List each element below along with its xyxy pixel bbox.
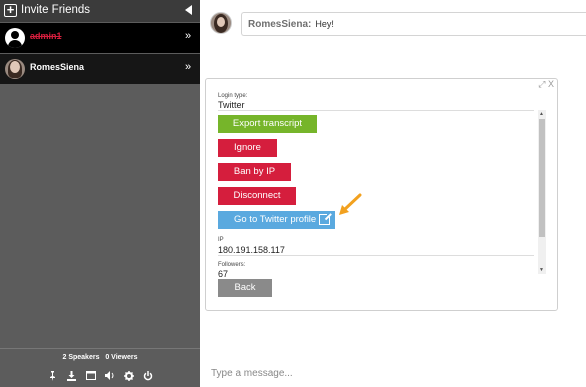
login-type-label: Login type:: [218, 93, 248, 99]
speakers-label: Speakers: [68, 354, 100, 361]
message-sender: RomesSiena:: [248, 18, 312, 30]
twitter-button-label: Go to Twitter profile: [234, 214, 317, 225]
user-list-item[interactable]: RomesSiena »: [0, 54, 200, 84]
scroll-down-icon[interactable]: ▼: [539, 267, 544, 273]
ignore-button[interactable]: Ignore: [218, 139, 277, 157]
user-name: RomesSiena: [30, 62, 85, 72]
back-button[interactable]: Back: [218, 279, 272, 297]
go-to-twitter-profile-button[interactable]: Go to Twitter profile: [218, 211, 335, 229]
message-input-placeholder: Type a message...: [211, 368, 293, 379]
avatar: [5, 59, 25, 79]
speakers-count: 2: [62, 354, 67, 361]
message-text: Hey!: [315, 19, 334, 29]
divider: [218, 110, 534, 111]
avatar: [210, 12, 232, 34]
viewers-count: 0: [105, 354, 110, 361]
panel-scrollbar[interactable]: ▲ ▼: [538, 110, 546, 274]
default-avatar-icon: [5, 28, 25, 48]
message-input[interactable]: Type a message...: [200, 360, 586, 387]
speaker-viewer-counts: 2 Speakers 0 Viewers: [0, 348, 200, 366]
external-link-icon: [319, 212, 332, 225]
ip-value: 180.191.158.117: [218, 245, 285, 255]
expand-user-icon[interactable]: »: [185, 61, 191, 73]
viewers-label: Viewers: [111, 354, 138, 361]
followers-value: 67: [218, 269, 229, 278]
scroll-up-icon[interactable]: ▲: [539, 111, 544, 117]
expand-user-icon[interactable]: »: [185, 30, 191, 42]
pin-icon[interactable]: [48, 370, 58, 383]
volume-icon[interactable]: [104, 371, 115, 382]
export-transcript-button[interactable]: Export transcript: [218, 115, 317, 133]
divider: [218, 255, 534, 256]
plus-icon: +: [4, 3, 17, 17]
sidebar: + Invite Friends admin1 » RomesSiena » 2…: [0, 0, 200, 387]
invite-friends-label: Invite Friends: [21, 4, 91, 16]
window-icon[interactable]: [85, 371, 96, 382]
download-icon[interactable]: [67, 370, 77, 383]
gear-icon[interactable]: [123, 370, 134, 383]
scrollbar-thumb[interactable]: [539, 119, 545, 237]
collapse-sidebar-icon[interactable]: [185, 5, 192, 15]
ban-by-ip-button[interactable]: Ban by IP: [218, 163, 291, 181]
user-info-panel: ⤢ X Login type: Twitter Export transcrip…: [205, 78, 558, 311]
sidebar-toolbar: [0, 366, 200, 387]
disconnect-button[interactable]: Disconnect: [218, 187, 296, 205]
power-icon[interactable]: [143, 370, 153, 383]
followers-label: Followers:: [218, 262, 246, 268]
ip-label: IP: [218, 237, 224, 243]
login-type-value: Twitter: [218, 100, 245, 110]
user-name: admin1: [30, 31, 62, 41]
invite-friends-button[interactable]: + Invite Friends: [0, 0, 200, 22]
panel-window-controls[interactable]: ⤢ X: [538, 79, 554, 90]
pointer-arrow-icon: [339, 193, 362, 215]
user-info-scroll: Login type: Twitter Export transcript Ig…: [218, 91, 550, 278]
user-list-item[interactable]: admin1 »: [0, 23, 200, 53]
chat-message: RomesSiena: Hey!: [241, 12, 586, 36]
